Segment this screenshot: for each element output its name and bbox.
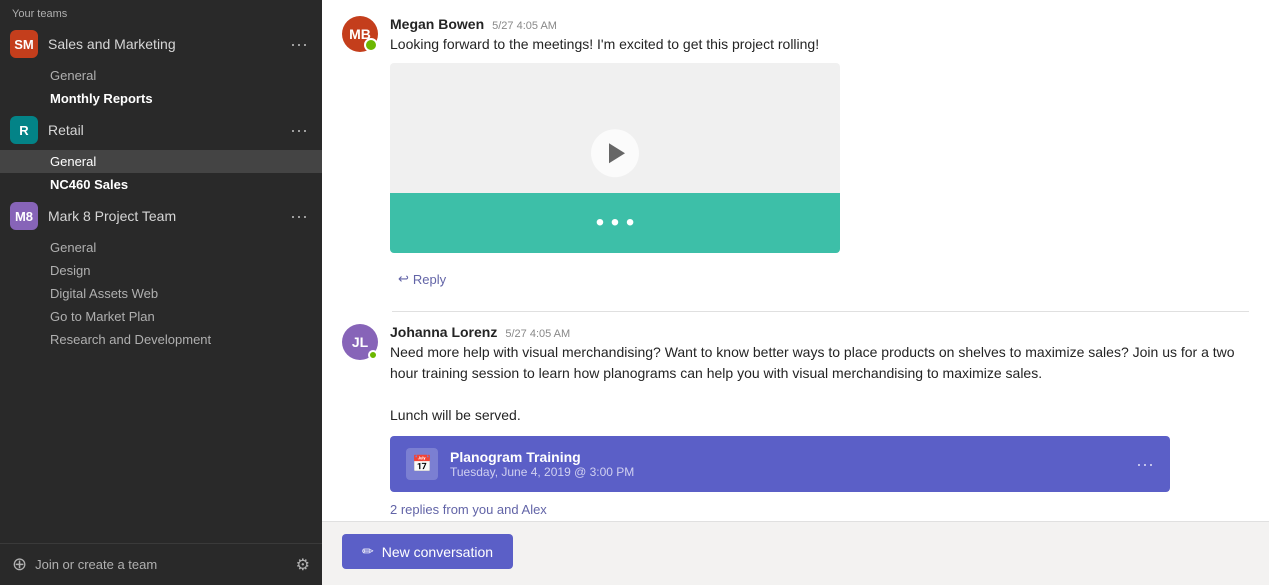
video-bottom-bar: • • •: [390, 193, 840, 253]
team-more-sales-marketing[interactable]: ···: [286, 32, 312, 57]
main-content: MB Megan Bowen 5/27 4:05 AM Looking forw…: [322, 0, 1269, 585]
channel-sm-general[interactable]: General: [0, 64, 322, 87]
message-content-johanna: Johanna Lorenz 5/27 4:05 AM Need more he…: [390, 324, 1249, 521]
team-avatar-retail: R: [10, 116, 38, 144]
reply-button-megan[interactable]: ↩ Reply: [390, 267, 454, 291]
message-text-johanna: Need more help with visual merchandising…: [390, 342, 1249, 426]
channel-m8-general[interactable]: General: [0, 236, 322, 259]
conversation-area: MB Megan Bowen 5/27 4:05 AM Looking forw…: [322, 0, 1269, 521]
channel-m8-digital[interactable]: Digital Assets Web: [0, 282, 322, 305]
team-more-mark8[interactable]: ···: [286, 204, 312, 229]
event-info: Planogram Training Tuesday, June 4, 2019…: [450, 449, 1124, 479]
channel-r-general[interactable]: General: [0, 150, 322, 173]
your-teams-label: Your teams: [0, 0, 322, 24]
message-divider: [392, 311, 1249, 312]
channel-sm-monthly[interactable]: Monthly Reports: [0, 87, 322, 110]
channel-m8-gtm[interactable]: Go to Market Plan: [0, 305, 322, 328]
team-item-mark8[interactable]: M8 Mark 8 Project Team ···: [0, 196, 322, 236]
team-name-mark8: Mark 8 Project Team: [48, 208, 286, 224]
calendar-icon: 📅: [406, 448, 438, 480]
message-author-megan: Megan Bowen: [390, 16, 484, 32]
reply-label-megan: Reply: [413, 272, 446, 287]
reply-arrow-icon: ↩: [398, 271, 409, 287]
new-conversation-bar: ✏ New conversation: [322, 521, 1269, 585]
event-card-planogram[interactable]: 📅 Planogram Training Tuesday, June 4, 20…: [390, 436, 1170, 492]
team-avatar-sales-marketing: SM: [10, 30, 38, 58]
new-conversation-button[interactable]: ✏ New conversation: [342, 534, 513, 569]
play-triangle-icon: [609, 143, 625, 163]
join-icon: ⊕: [12, 554, 27, 575]
team-name-sales-marketing: Sales and Marketing: [48, 36, 286, 52]
message-author-johanna: Johanna Lorenz: [390, 324, 497, 340]
message-header-megan: Megan Bowen 5/27 4:05 AM: [390, 16, 1249, 32]
message-text-megan: Looking forward to the meetings! I'm exc…: [390, 34, 1249, 55]
team-item-retail[interactable]: R Retail ···: [0, 110, 322, 150]
gear-icon[interactable]: ⚙: [296, 555, 310, 575]
channel-m8-rd[interactable]: Research and Development: [0, 328, 322, 351]
new-conversation-label: New conversation: [382, 544, 493, 560]
message-text-johanna-p2: Lunch will be served.: [390, 407, 521, 423]
team-avatar-mark8: M8: [10, 202, 38, 230]
team-more-retail[interactable]: ···: [286, 118, 312, 143]
join-create-team[interactable]: ⊕ Join or create a team: [12, 554, 157, 575]
pencil-icon: ✏: [362, 543, 374, 560]
sidebar-footer: ⊕ Join or create a team ⚙: [0, 543, 322, 585]
message-johanna-lorenz: JL Johanna Lorenz 5/27 4:05 AM Need more…: [342, 324, 1249, 521]
video-placeholder[interactable]: • • •: [390, 63, 840, 253]
avatar-megan-bowen: MB: [342, 16, 378, 52]
join-create-label: Join or create a team: [35, 557, 157, 572]
message-megan-bowen: MB Megan Bowen 5/27 4:05 AM Looking forw…: [342, 16, 1249, 291]
replies-link-johanna[interactable]: 2 replies from you and Alex: [390, 502, 1249, 517]
play-button[interactable]: [591, 129, 639, 177]
message-time-johanna: 5/27 4:05 AM: [505, 328, 570, 340]
sidebar: Your teams SM Sales and Marketing ··· Ge…: [0, 0, 322, 585]
event-more-icon[interactable]: ···: [1136, 454, 1154, 475]
message-content-megan: Megan Bowen 5/27 4:05 AM Looking forward…: [390, 16, 1249, 291]
message-header-johanna: Johanna Lorenz 5/27 4:05 AM: [390, 324, 1249, 340]
avatar-johanna-lorenz: JL: [342, 324, 378, 360]
channel-m8-design[interactable]: Design: [0, 259, 322, 282]
team-name-retail: Retail: [48, 122, 286, 138]
message-time-megan: 5/27 4:05 AM: [492, 20, 557, 32]
channel-r-nc460[interactable]: NC460 Sales: [0, 173, 322, 196]
message-text-johanna-p1: Need more help with visual merchandising…: [390, 344, 1235, 381]
event-title: Planogram Training: [450, 449, 1124, 465]
team-item-sales-marketing[interactable]: SM Sales and Marketing ···: [0, 24, 322, 64]
event-time: Tuesday, June 4, 2019 @ 3:00 PM: [450, 465, 1124, 479]
